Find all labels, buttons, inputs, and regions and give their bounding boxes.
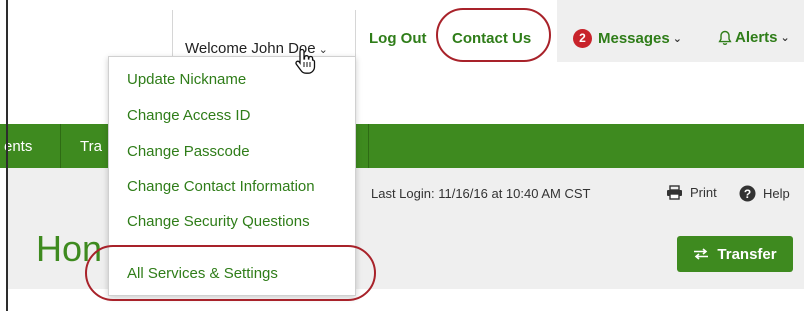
messages-count-badge: 2	[573, 29, 592, 48]
chevron-down-icon: ⌄	[318, 44, 328, 56]
help-label: Help	[763, 186, 790, 201]
svg-text:?: ?	[744, 187, 751, 201]
print-label: Print	[690, 185, 717, 200]
chevron-down-icon: ⌄	[672, 33, 682, 45]
print-link[interactable]: Print	[666, 185, 717, 200]
messages-label: Messages	[598, 30, 670, 47]
menu-item-change-security-questions[interactable]: Change Security Questions	[127, 213, 310, 230]
hand-pointer-icon	[295, 48, 316, 74]
welcome-menu-toggle[interactable]: Welcome John Doe ⌄	[172, 0, 356, 62]
nav-divider	[368, 124, 369, 168]
transfer-arrows-icon	[694, 248, 709, 260]
transfer-label: Transfer	[717, 245, 777, 263]
menu-item-change-access-id[interactable]: Change Access ID	[127, 107, 250, 124]
all-services-highlight-circle	[85, 245, 376, 301]
alerts-label: Alerts	[735, 29, 778, 46]
nav-divider	[60, 124, 61, 168]
transfer-button[interactable]: Transfer	[677, 236, 793, 272]
nav-item-transfers[interactable]: Tra	[80, 138, 102, 155]
menu-item-change-contact-information[interactable]: Change Contact Information	[127, 178, 315, 195]
logout-link[interactable]: Log Out	[369, 30, 426, 47]
alerts-menu[interactable]: Alerts ⌄	[718, 29, 790, 46]
messages-menu[interactable]: 2 Messages ⌄	[573, 29, 682, 48]
menu-item-change-passcode[interactable]: Change Passcode	[127, 143, 250, 160]
left-edge-border	[6, 0, 8, 311]
last-login-text: Last Login: 11/16/16 at 10:40 AM CST	[371, 186, 591, 201]
contact-us-highlight-circle	[436, 8, 551, 62]
chevron-down-icon: ⌄	[780, 32, 790, 44]
menu-item-update-nickname[interactable]: Update Nickname	[127, 71, 246, 88]
help-link[interactable]: ? Help	[739, 185, 790, 202]
printer-icon	[667, 185, 682, 200]
help-circle-icon: ?	[739, 185, 756, 202]
bell-icon	[718, 30, 732, 45]
nav-item-accounts[interactable]: ents	[4, 138, 32, 155]
screenshot-frame: Welcome John Doe ⌄ Log Out Contact Us 2 M…	[0, 0, 804, 311]
